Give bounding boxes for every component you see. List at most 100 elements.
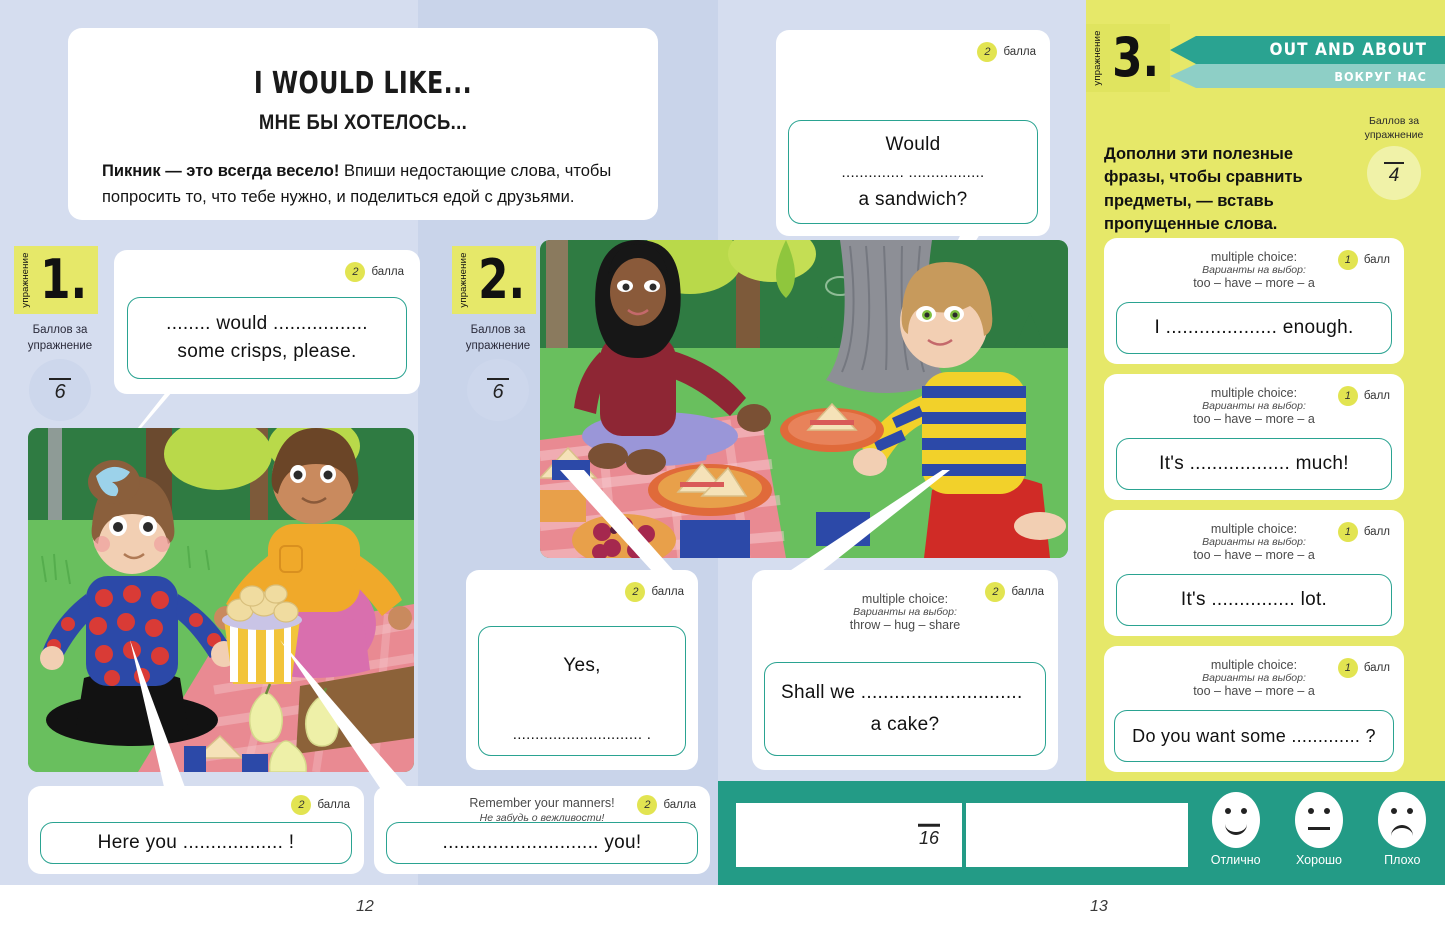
page-number-left: 12 (356, 898, 374, 915)
mc-answer-input-2[interactable]: It's .................. much! (1116, 438, 1392, 490)
exercise-1-score-caption: Баллов за упражнение (14, 323, 106, 354)
answer-input-cake[interactable]: Shall we ............................. a… (764, 662, 1046, 756)
total-score-fraction: 16 (918, 823, 940, 846)
smiley-face-icon (1211, 792, 1260, 848)
answer-card-yes: 2 балла Yes, ...........................… (466, 570, 698, 770)
rating-option-good[interactable]: Хорошо (1288, 792, 1349, 867)
answer-line-1: Yes, (563, 655, 601, 676)
score-fraction-bar (1384, 161, 1404, 165)
answer-line-1: Would (885, 133, 941, 155)
mc-answer-input-1[interactable]: I .................... enough. (1116, 302, 1392, 354)
rating-option-excellent[interactable]: Отлично (1205, 792, 1266, 867)
eye-left (1391, 808, 1398, 814)
mc-card-3: multiple choice: Варианты на выбор: too … (1104, 510, 1404, 636)
total-score-input[interactable]: 16 (736, 803, 962, 867)
exercise-3-score-circle[interactable]: 4 (1367, 146, 1421, 201)
mc-sentence: It's .................. much! (1159, 453, 1349, 474)
mc-card-1: multiple choice: Варианты на выбор: too … (1104, 238, 1404, 364)
mc-sentence: I .................... enough. (1154, 317, 1354, 338)
answer-line-1: Shall we ............................. (781, 682, 1023, 703)
eye-right (1240, 808, 1247, 814)
points-badge-sandwich: 2 балла (977, 42, 1036, 62)
points-value: 1 (1337, 250, 1358, 270)
eye-right (1407, 808, 1414, 814)
eye-left (1307, 808, 1314, 814)
eye-right (1323, 808, 1330, 814)
points-badge-2: 1 балл (1337, 386, 1390, 406)
score-fraction-bar (487, 377, 509, 381)
mouth-neutral (1307, 827, 1330, 830)
points-label: балла (651, 586, 684, 598)
exercise-1-number-chip: упражнение 1. (14, 246, 98, 314)
answer-input-yes[interactable]: Yes, ............................. . (478, 626, 686, 756)
points-badge-manners: 2 балла (637, 795, 696, 815)
points-value: 1 (1337, 658, 1358, 678)
exercise-1-badge: упражнение 1. Баллов за упражнение 6 (14, 246, 106, 422)
mc-options: too – have – more – a (1193, 412, 1315, 426)
points-badge-1: 1 балл (1337, 250, 1390, 270)
rating-label-excellent: Отлично (1210, 853, 1261, 867)
section-banner-en: OUT AND ABOUT (1269, 40, 1427, 60)
points-value: 2 (977, 42, 998, 62)
exercise-2-score-caption: Баллов за упражнение (452, 323, 544, 354)
points-value: 2 (345, 262, 366, 282)
mc-answer-input-4[interactable]: Do you want some ............. ? (1114, 710, 1394, 762)
exercise-1-score-circle[interactable]: 6 (29, 359, 91, 422)
points-label: балл (1363, 662, 1390, 674)
exercise-1-number: 1. (39, 248, 87, 312)
mc-options: too – have – more – a (1193, 276, 1315, 290)
answer-input-sandwich[interactable]: Would .............. ................. a… (788, 120, 1038, 224)
exercise-3-score-caption-line1: Баллов за (1368, 115, 1420, 127)
mc-sentence: It's ............... lot. (1180, 589, 1328, 610)
points-label: балла (1011, 586, 1044, 598)
answer-line-2: a cake? (870, 714, 940, 735)
score-fraction-bar (49, 377, 71, 381)
answer-input-crisps[interactable]: ........ would ................. some cr… (127, 297, 407, 379)
points-value: 2 (291, 795, 312, 815)
workbook-spread: I WOULD LIKE... МНЕ БЫ ХОТЕЛОСЬ... Пикни… (0, 0, 1445, 930)
points-badge-cake: 2 балла (985, 582, 1044, 602)
rating-faces: Отлично Хорошо Плохо (1205, 792, 1433, 867)
points-label: балла (1003, 46, 1036, 58)
sad-face-icon (1378, 792, 1427, 848)
points-badge-yes: 2 балла (625, 582, 684, 602)
points-badge-4: 1 балл (1337, 658, 1390, 678)
exercise-1-vertical-label: упражнение (20, 252, 31, 308)
exercise-2-score-caption-line2: упражнение (465, 339, 531, 352)
points-value: 2 (637, 795, 658, 815)
illustration-sharing-crisps-svg (28, 428, 414, 772)
answer-input-here-you[interactable]: Here you .................. ! (40, 822, 352, 864)
exercise-3-score-caption-line2: упражнение (1364, 128, 1424, 141)
exercise-3-score-denominator: 4 (1388, 165, 1400, 187)
score-fraction-bar (918, 823, 940, 827)
answer-card-sandwich: 2 балла Would .............. ...........… (776, 30, 1050, 236)
notes-input[interactable] (966, 803, 1188, 867)
answer-card-crisps: 2 балла ........ would .................… (114, 250, 420, 394)
rating-label-good: Хорошо (1295, 853, 1343, 867)
exercise-2-badge: упражнение 2. Баллов за упражнение 6 (452, 246, 544, 422)
exercise-3-vertical-label: упражнение (1092, 30, 1103, 86)
mc-options: throw – hug – share (849, 618, 961, 632)
page-number-right: 13 (1090, 898, 1108, 915)
banner-notch-top (1170, 36, 1196, 64)
exercise-3-instruction: Дополни эти полезные фразы, чтобы сравни… (1104, 145, 1303, 234)
answer-card-manners: Remember your manners! Не забудь о вежли… (374, 786, 710, 874)
section-banner-ru-band: ВОКРУГ НАС (1170, 64, 1445, 88)
exercise-1-score-denominator: 6 (54, 381, 66, 404)
rating-option-bad[interactable]: Плохо (1372, 792, 1433, 867)
answer-line-3: a sandwich? (858, 188, 968, 210)
exercise-2-score-circle[interactable]: 6 (467, 359, 529, 422)
mouth-smile (1224, 824, 1247, 835)
answer-input-manners[interactable]: ............................ you! (386, 822, 698, 864)
answer-line-1: ........ would ................. (166, 313, 368, 334)
points-label: балл (1363, 526, 1390, 538)
section-banner-en-band: OUT AND ABOUT (1170, 36, 1445, 64)
points-value: 1 (1337, 386, 1358, 406)
points-value: 1 (1337, 522, 1358, 542)
mc-answer-input-3[interactable]: It's ............... lot. (1116, 574, 1392, 626)
exercise-1-score-caption-line2: упражнение (27, 339, 93, 352)
answer-line-2: some crisps, please. (177, 341, 357, 362)
points-value: 2 (625, 582, 646, 602)
mc-options: too – have – more – a (1193, 684, 1315, 698)
points-badge-crisps: 2 балла (345, 262, 404, 282)
